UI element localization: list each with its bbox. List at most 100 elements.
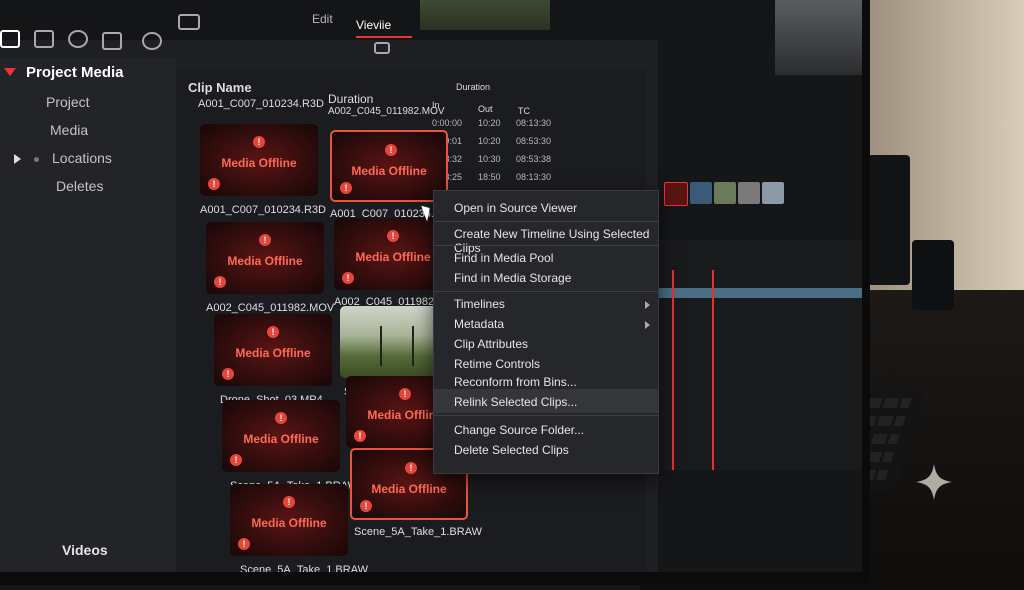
media-toolbar [0,28,200,58]
clip-thumbnail[interactable]: ! Media Offline! [206,222,324,294]
timeline-thumb[interactable] [664,182,688,206]
table-cell-out[interactable]: 18:50 [478,172,501,182]
warning-icon: ! [208,178,220,190]
clip-thumbnail[interactable]: ! Media Offline! [330,130,448,202]
sync-icon[interactable] [68,30,88,48]
table-cell-tc[interactable]: 08:53:38 [516,154,551,164]
col-header-out[interactable]: Out [478,104,493,114]
menu-change-source-folder[interactable]: Change Source Folder... [454,423,584,437]
expand-icon[interactable] [14,154,21,164]
clip-label[interactable]: A001_C007_010234.R3D [200,204,326,216]
warning-icon: ! [275,412,287,424]
table-cell-tc[interactable]: 08:53:30 [516,136,551,146]
col-header-clip-name[interactable]: Clip Name [188,80,252,95]
media-offline-label: Media Offline [243,432,319,446]
table-cell-in[interactable]: 0:00:00 [432,118,462,128]
table-cell-out[interactable]: 10:30 [478,154,501,164]
clip-thumbnail[interactable]: ! Media Offline! [200,124,318,196]
sidebar-title[interactable]: Project Media [26,64,124,81]
playhead-marker [712,270,714,470]
warning-icon: ! [259,234,271,246]
menu-divider [434,291,658,292]
col-header-duration[interactable]: Duration [328,92,373,106]
timeline-thumb[interactable] [762,182,784,204]
menu-find-in-media-storage[interactable]: Find in Media Storage [454,271,571,285]
warning-icon: ! [342,272,354,284]
menu-divider [434,415,658,416]
collapse-icon[interactable] [4,68,16,76]
warning-icon: ! [214,276,226,288]
clip-thumbnail[interactable]: ! Media Offline! [214,314,332,386]
menu-reconform-from-bins[interactable]: Reconform from Bins... [454,375,577,389]
app-screen: Edit Vieviie Project Media Project Media… [0,0,862,572]
sidebar-item-videos[interactable]: Videos [62,542,108,558]
media-offline-label: Media Offline [227,254,303,268]
tab-media[interactable]: Vieviie [356,18,391,32]
import-icon[interactable] [34,30,54,48]
clip-name-cell[interactable]: A001_C007_010234.R3D [198,98,324,110]
col-header-duration-2[interactable]: Duration [456,82,490,92]
col-header-tc[interactable]: TC [518,106,530,116]
submenu-arrow-icon [645,321,650,329]
sidebar-item-locations[interactable]: Locations [52,150,112,166]
warning-icon: ! [253,136,265,148]
menu-divider [434,221,658,222]
media-offline-label: Media Offline [371,482,447,496]
menu-clip-attributes[interactable]: Clip Attributes [454,337,528,351]
menu-open-in-source-viewer[interactable]: Open in Source Viewer [454,201,577,215]
table-cell-out[interactable]: 10:20 [478,136,501,146]
clip-label[interactable]: Scene_5A_Take_1.BRAW [354,526,482,538]
menu-retime-controls[interactable]: Retime Controls [454,357,540,371]
menu-timelines[interactable]: Timelines [454,297,505,311]
media-pool-icon[interactable] [0,30,20,48]
warning-icon: ! [360,500,372,512]
clip-thumbnail[interactable]: ! Media Offline! [230,484,348,556]
warning-icon: ! [399,388,411,400]
media-offline-label: Media Offline [351,164,427,178]
playhead[interactable] [672,270,674,470]
warning-icon: ! [354,430,366,442]
sparkle-icon [916,464,952,500]
clip-label[interactable]: Scene_5A_Take_1.BRAW [240,564,368,572]
sidebar: Project Media Project Media Locations De… [0,58,176,572]
refresh-icon[interactable] [142,32,162,50]
tab-edit[interactable]: Edit [312,12,333,26]
menu-metadata[interactable]: Metadata [454,317,504,331]
folder-dot-icon [34,157,39,162]
warning-icon: ! [230,454,242,466]
warning-icon: ! [238,538,250,550]
table-cell-out[interactable]: 10:20 [478,118,501,128]
clip-duration-cell[interactable]: A002_C045_011982.MOV [328,106,445,117]
media-offline-label: Media Offline [251,516,327,530]
clip-label[interactable]: A002_C045_011982.MOV [206,302,334,314]
tripod-camera-image [380,326,414,366]
speaker-small [912,240,954,310]
sidebar-item-deletes[interactable]: Deletes [56,178,103,194]
menu-find-in-media-pool[interactable]: Find in Media Pool [454,251,553,265]
sidebar-item-project[interactable]: Project [46,94,90,110]
timeline-track[interactable] [658,288,862,298]
sidebar-item-media[interactable]: Media [50,122,88,138]
timeline [658,240,862,470]
bin-icon[interactable] [102,32,122,50]
table-cell-tc[interactable]: 08:13:30 [516,118,551,128]
warning-icon: ! [405,462,417,474]
timeline-thumb[interactable] [714,182,736,204]
warning-icon: ! [385,144,397,156]
speaker [868,155,910,285]
source-viewer-preview [420,0,550,30]
warning-icon: ! [387,230,399,242]
monitor-icon[interactable] [374,42,390,54]
timeline-thumb[interactable] [690,182,712,204]
menu-relink-selected-clips[interactable]: Relink Selected Clips... [454,395,577,409]
media-offline-label: Media Offline [221,156,297,170]
menu-divider [434,245,658,246]
submenu-arrow-icon [645,301,650,309]
active-tab-indicator [356,36,412,38]
program-viewer-preview [775,0,862,75]
timeline-thumb[interactable] [738,182,760,204]
monitor: Edit Vieviie Project Media Project Media… [0,0,870,585]
clip-thumbnail[interactable]: ! Media Offline! [222,400,340,472]
table-cell-tc[interactable]: 08:13:30 [516,172,551,182]
menu-delete-selected-clips[interactable]: Delete Selected Clips [454,443,569,457]
